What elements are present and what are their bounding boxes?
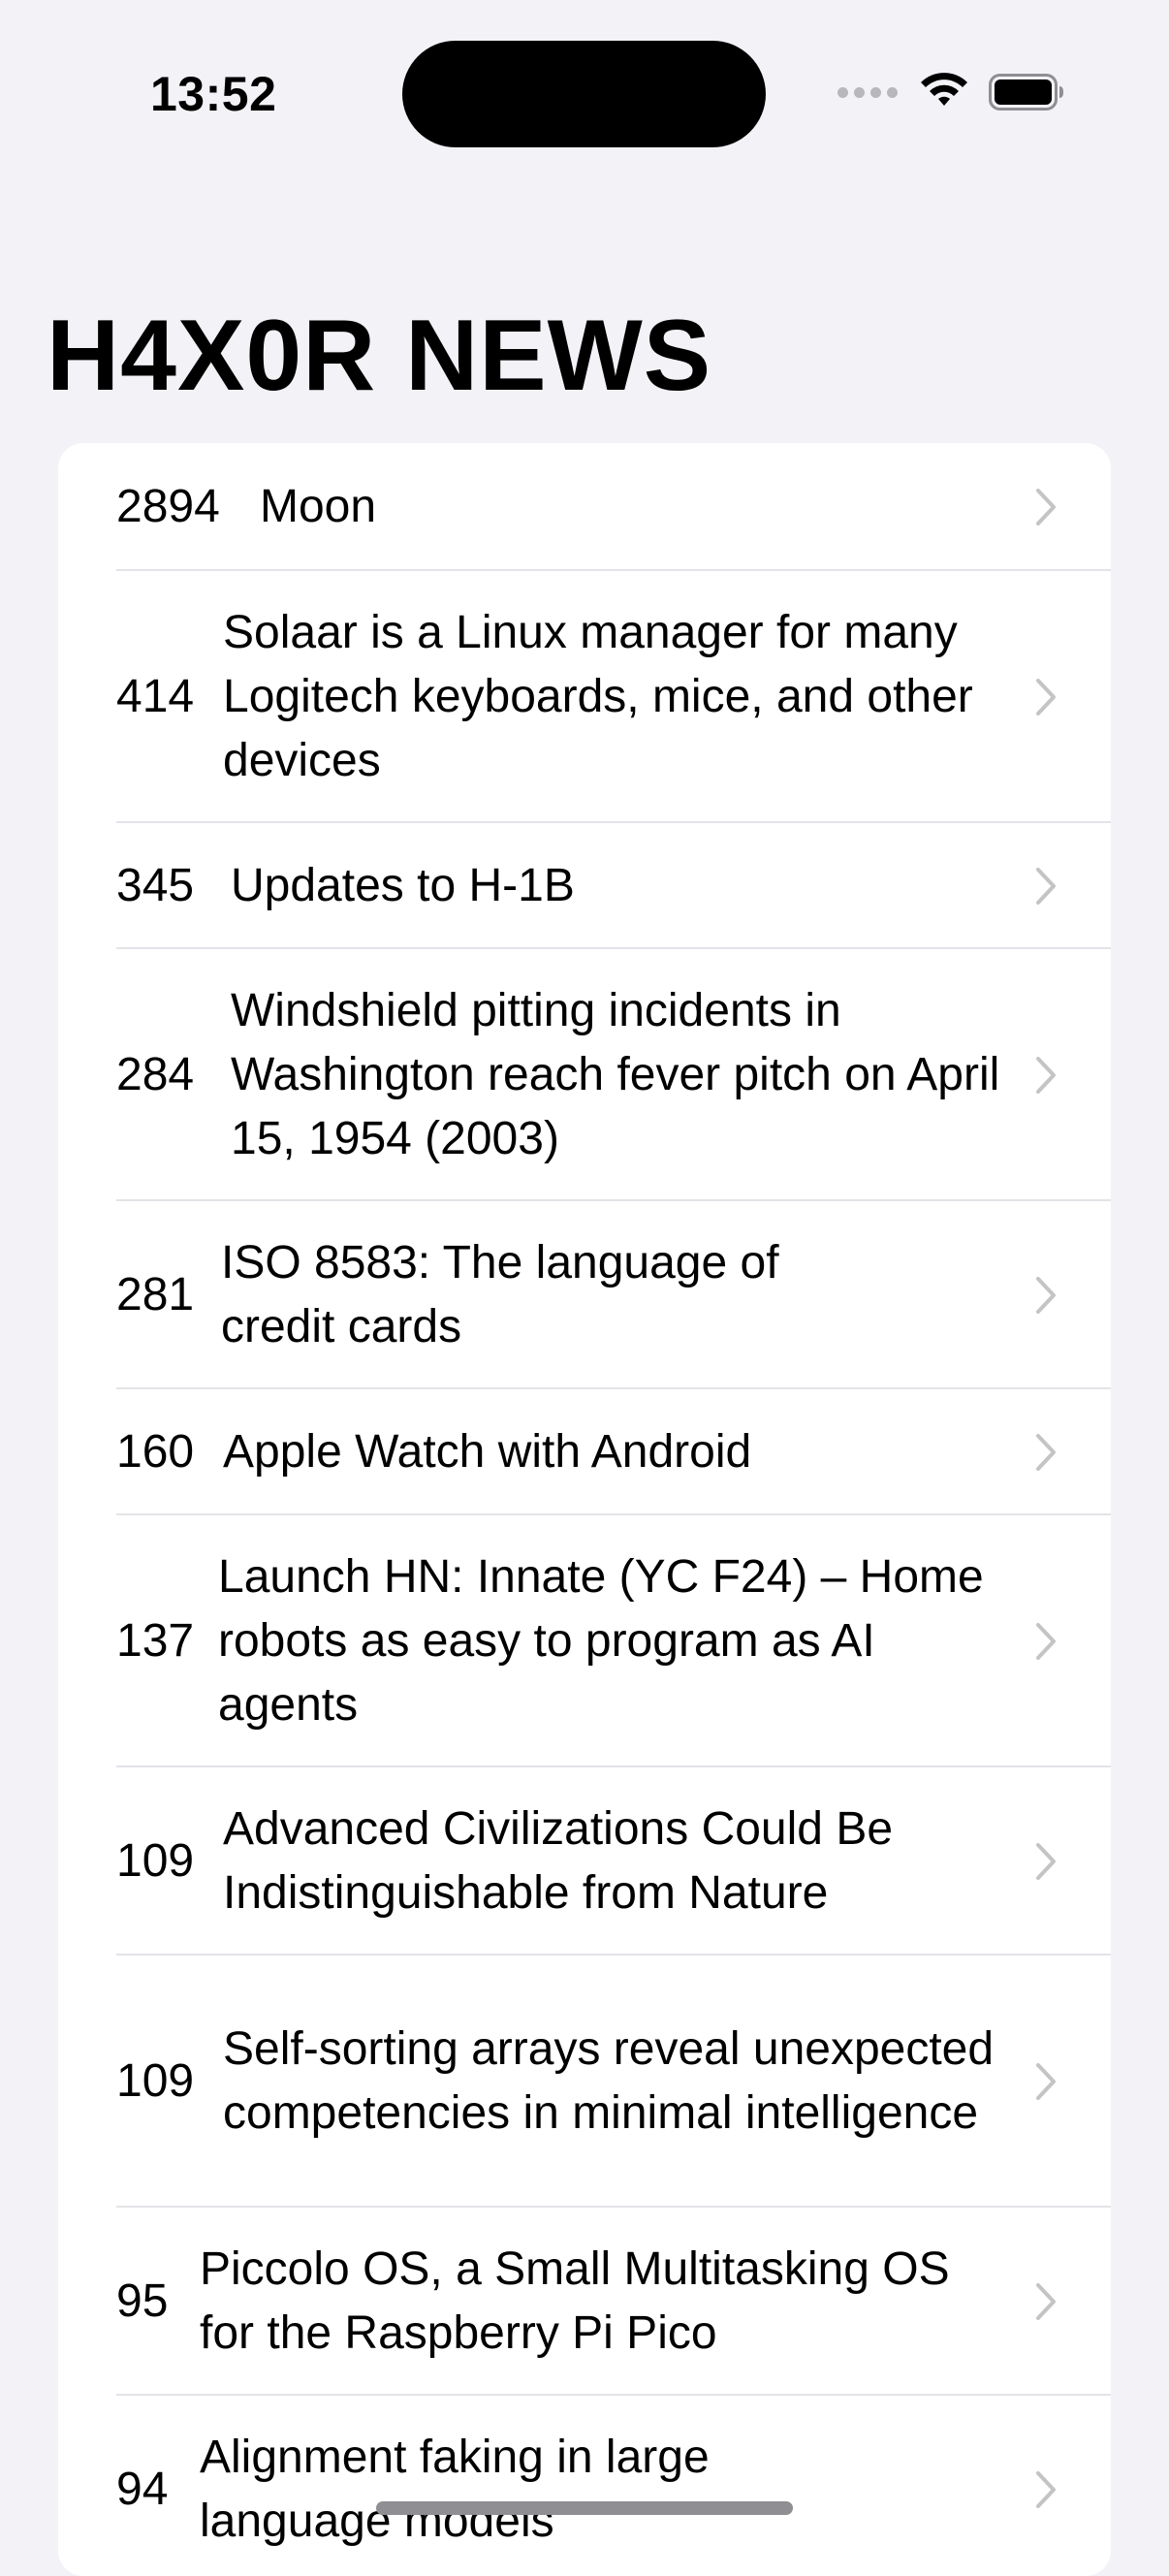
- story-row[interactable]: 414 Solaar is a Linux manager for many L…: [58, 571, 1111, 823]
- status-icons: [837, 68, 1064, 116]
- chevron-right-icon: [1036, 1277, 1056, 1314]
- story-score: 2894: [116, 481, 220, 532]
- chevron-right-icon: [1036, 1843, 1056, 1880]
- story-score: 281: [116, 1269, 195, 1320]
- story-title: Windshield pitting incidents in Washingt…: [231, 985, 1000, 1164]
- story-row[interactable]: 95 Piccolo OS, a Small Multitasking OS f…: [58, 2208, 1111, 2396]
- story-title: Launch HN: Innate (YC F24) – Home robots…: [218, 1551, 984, 1731]
- story-list: 2894 Moon 414 Solaar is a Linux manager …: [58, 443, 1111, 2576]
- story-score: 414: [116, 671, 195, 722]
- story-row[interactable]: 137 Launch HN: Innate (YC F24) – Home ro…: [58, 1515, 1111, 1767]
- story-title: Apple Watch with Android: [223, 1426, 752, 1478]
- story-title: ISO 8583: The language of credit cards: [221, 1237, 779, 1352]
- story-row[interactable]: 109 Self-sorting arrays reveal unexpecte…: [58, 1956, 1111, 2208]
- chevron-right-icon: [1036, 679, 1056, 716]
- story-score: 160: [116, 1426, 195, 1478]
- chevron-right-icon: [1036, 1057, 1056, 1094]
- battery-icon: [989, 74, 1063, 111]
- story-score: 109: [116, 1835, 195, 1887]
- story-title: Alignment faking in large language model…: [200, 2432, 710, 2547]
- chevron-right-icon: [1036, 2471, 1056, 2508]
- chevron-right-icon: [1036, 868, 1056, 905]
- story-row[interactable]: 2894 Moon: [58, 443, 1111, 571]
- story-score: 284: [116, 1049, 195, 1100]
- story-score: 95: [116, 2275, 169, 2327]
- story-score: 345: [116, 860, 195, 911]
- status-bar: 13:52: [0, 0, 1169, 175]
- story-score: 109: [116, 2055, 195, 2107]
- wifi-icon: [921, 73, 967, 106]
- story-row[interactable]: 109 Advanced Civilizations Could Be Indi…: [58, 1767, 1111, 1956]
- chevron-right-icon: [1036, 2283, 1056, 2320]
- story-title: Solaar is a Linux manager for many Logit…: [223, 607, 973, 786]
- cellular-signal-icon: [837, 86, 898, 98]
- status-time: 13:52: [150, 67, 277, 121]
- chevron-right-icon: [1036, 489, 1056, 525]
- story-row[interactable]: 94 Alignment faking in large language mo…: [58, 2396, 1111, 2576]
- story-row[interactable]: 345 Updates to H-1B: [58, 823, 1111, 949]
- chevron-right-icon: [1036, 1434, 1056, 1471]
- page-title: H4X0R NEWS: [47, 300, 712, 412]
- dynamic-island: [402, 41, 766, 147]
- chevron-right-icon: [1036, 1623, 1056, 1660]
- story-score: 94: [116, 2464, 169, 2515]
- story-row[interactable]: 160 Apple Watch with Android: [58, 1389, 1111, 1515]
- story-title: Piccolo OS, a Small Multitasking OS for …: [200, 2243, 950, 2359]
- story-title: Advanced Civilizations Could Be Indistin…: [223, 1803, 894, 1919]
- story-title: Moon: [260, 481, 377, 532]
- story-row[interactable]: 281 ISO 8583: The language of credit car…: [58, 1201, 1111, 1389]
- chevron-right-icon: [1036, 2063, 1056, 2100]
- story-score: 137: [116, 1615, 195, 1667]
- home-indicator[interactable]: [376, 2501, 793, 2515]
- story-title: Updates to H-1B: [231, 860, 575, 911]
- story-row[interactable]: 284 Windshield pitting incidents in Wash…: [58, 949, 1111, 1201]
- story-title: Self-sorting arrays reveal unexpected co…: [223, 2023, 995, 2139]
